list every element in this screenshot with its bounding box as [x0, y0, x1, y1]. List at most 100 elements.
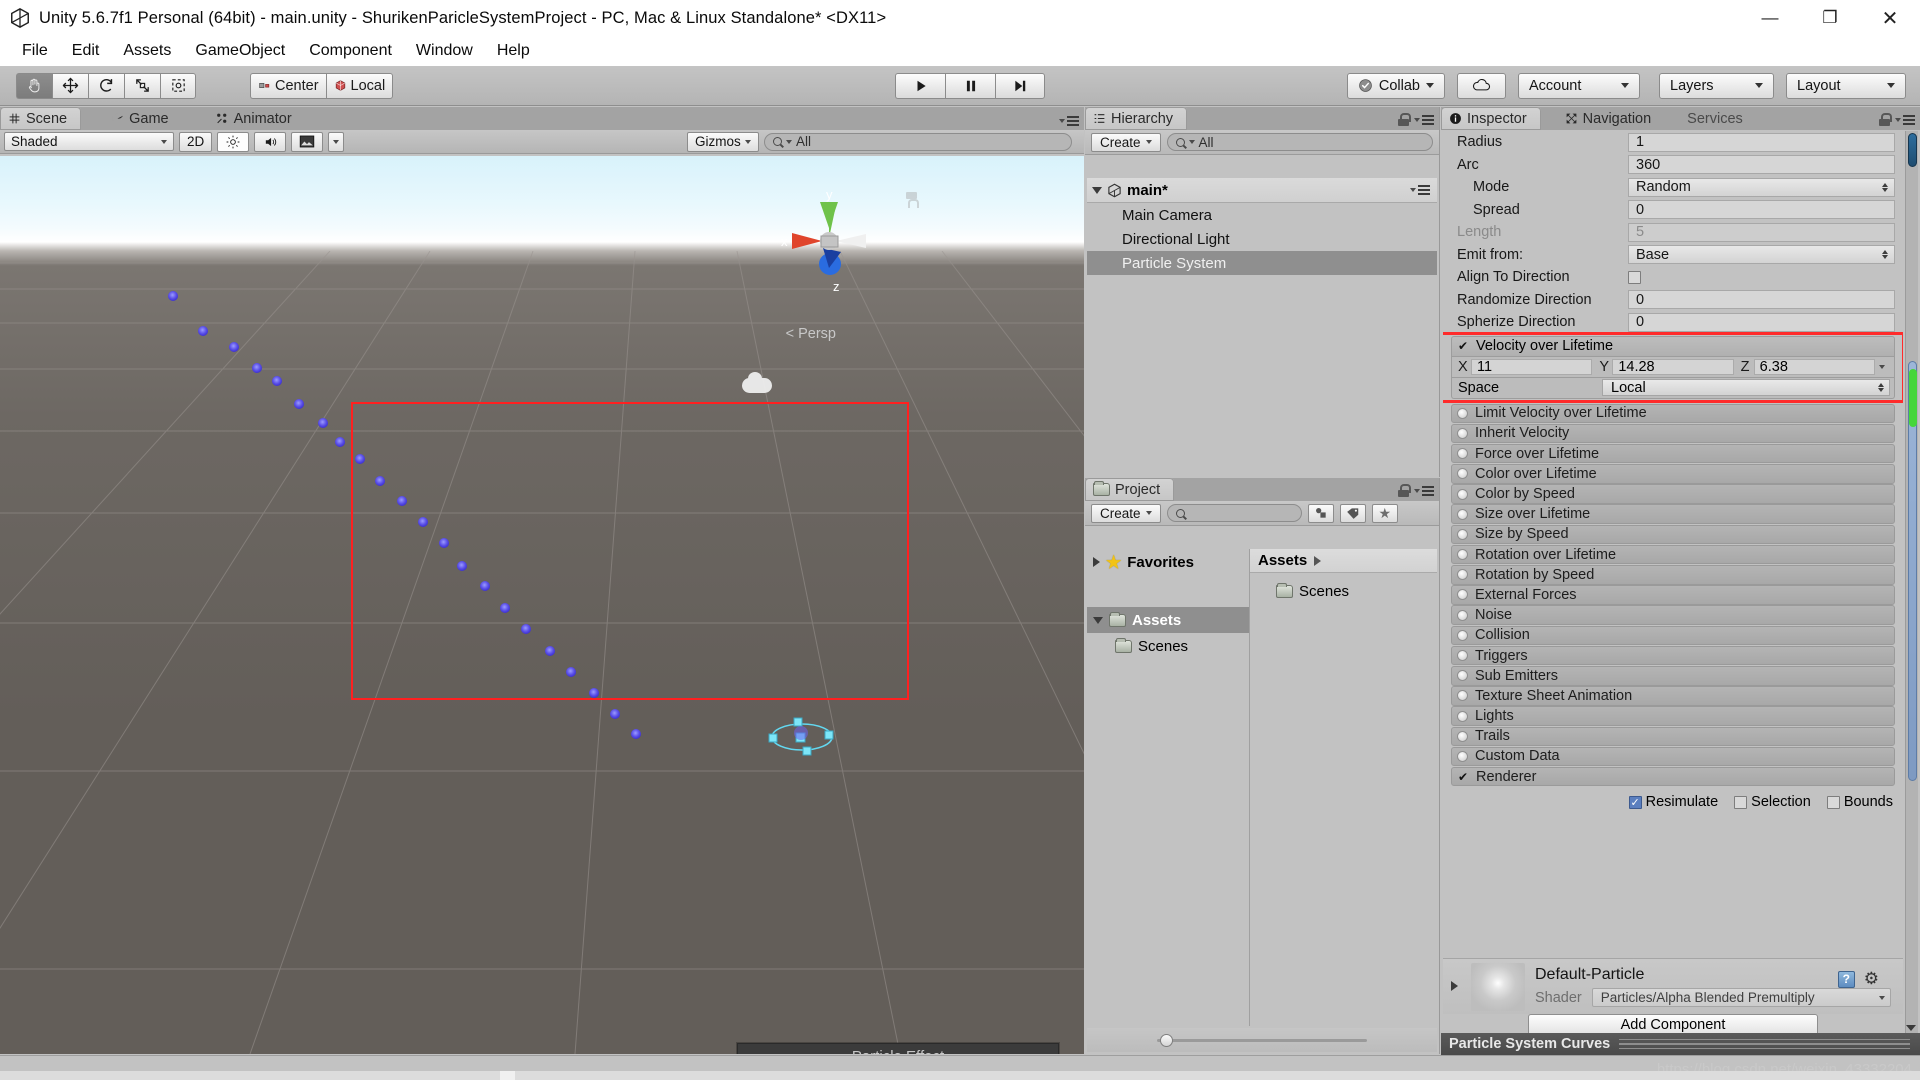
project-zoom-slider[interactable] [1087, 1028, 1437, 1052]
module-toggle-dot[interactable] [1457, 650, 1468, 662]
gear-icon[interactable]: ⚙ [1864, 969, 1879, 989]
effects-dropdown-button[interactable] [328, 131, 345, 152]
inspector-module-row[interactable]: Trails [1451, 726, 1895, 747]
inspector-row-field[interactable]: 0 [1628, 290, 1895, 310]
inspector-module-row[interactable]: Noise [1451, 605, 1895, 625]
module-toggle-dot[interactable] [1457, 427, 1468, 439]
panel-menu-icon[interactable] [1059, 116, 1079, 126]
move-tool-button[interactable] [52, 72, 88, 99]
selection-checkbox[interactable] [1734, 795, 1748, 809]
velocity-space-dropdown[interactable]: Local [1602, 379, 1890, 396]
filter-by-type-button[interactable] [1307, 503, 1334, 523]
inspector-module-row[interactable]: Rotation over Lifetime [1451, 544, 1895, 565]
emitter-gizmo[interactable] [768, 716, 836, 758]
inspector-module-row[interactable]: Sub Emitters [1451, 665, 1895, 686]
hierarchy-scene-root[interactable]: main* [1087, 178, 1437, 203]
space-mode-button[interactable]: Local [325, 72, 394, 99]
inspector-row-field[interactable]: 360 [1628, 155, 1895, 175]
lock-icon[interactable] [1879, 113, 1892, 126]
scroll-down-arrow-icon[interactable] [1905, 1022, 1916, 1033]
lock-icon[interactable] [1398, 484, 1411, 497]
account-button[interactable]: Account [1518, 72, 1640, 99]
module-toggle-dot[interactable] [1457, 448, 1468, 460]
rotate-tool-button[interactable] [88, 72, 124, 99]
inspector-scrollbar[interactable] [1905, 131, 1918, 1036]
resimulate-toggle[interactable]: ✓ Resimulate [1628, 794, 1718, 810]
inspector-module-row[interactable]: Limit Velocity over Lifetime [1451, 403, 1895, 424]
project-create-button[interactable]: Create [1091, 503, 1161, 523]
layout-button[interactable]: Layout [1786, 72, 1906, 99]
selection-toggle[interactable]: Selection [1734, 794, 1811, 810]
hierarchy-item-main-camera[interactable]: Main Camera [1087, 203, 1437, 227]
inspector-row-field[interactable]: Base [1628, 245, 1895, 265]
resimulate-checkbox[interactable]: ✓ [1628, 795, 1642, 809]
gizmos-dropdown[interactable]: Gizmos [687, 131, 759, 152]
module-toggle-dot[interactable] [1457, 730, 1468, 742]
effects-toggle-button[interactable] [291, 131, 324, 152]
draw-mode-dropdown[interactable]: Shaded [4, 132, 174, 151]
rect-tool-button[interactable] [160, 72, 196, 99]
scale-tool-button[interactable] [124, 72, 160, 99]
scene-menu-icon[interactable] [1410, 185, 1430, 195]
module-toggle-dot[interactable] [1457, 488, 1468, 500]
chevron-right-icon[interactable] [1093, 557, 1100, 567]
menu-assets[interactable]: Assets [111, 40, 183, 62]
inspector-module-row[interactable]: Color by Speed [1451, 484, 1895, 504]
help-icon[interactable]: ? [1837, 970, 1855, 988]
cloud-button[interactable] [1457, 72, 1506, 99]
lighting-toggle-button[interactable] [217, 131, 250, 152]
scene-axis-gizmo[interactable]: y x z [774, 186, 884, 296]
inspector-module-row[interactable]: Collision [1451, 625, 1895, 646]
module-toggle-dot[interactable] [1457, 508, 1468, 520]
module-toggle-dot[interactable] [1457, 407, 1468, 419]
pause-button[interactable] [945, 72, 995, 99]
hierarchy-create-button[interactable]: Create [1091, 132, 1161, 152]
module-toggle-dot[interactable] [1457, 468, 1468, 480]
chevron-down-icon[interactable] [1092, 186, 1102, 194]
inspector-row-checkbox[interactable] [1628, 270, 1641, 284]
panel-menu-icon[interactable] [1895, 114, 1915, 125]
shader-dropdown[interactable]: Particles/Alpha Blended Premultiply [1591, 988, 1891, 1007]
inspector-module-row[interactable]: Custom Data [1451, 746, 1895, 767]
module-toggle-dot[interactable] [1457, 528, 1468, 540]
minimize-button[interactable]: — [1740, 0, 1800, 36]
inspector-module-row[interactable]: Rotation by Speed [1451, 565, 1895, 585]
tab-services[interactable]: Services [1679, 107, 1757, 130]
velocity-module-checkbox[interactable]: ✔ [1457, 339, 1469, 353]
menu-file[interactable]: File [10, 40, 60, 62]
module-toggle-dot[interactable] [1457, 569, 1468, 581]
project-tree-favorites[interactable]: ★ Favorites [1087, 549, 1249, 575]
inspector-module-row[interactable]: Size over Lifetime [1451, 504, 1895, 525]
audio-toggle-button[interactable] [254, 131, 287, 152]
lock-icon[interactable] [1398, 113, 1411, 126]
particle-system-curves-bar[interactable]: Particle System Curves [1441, 1033, 1920, 1055]
panel-menu-icon[interactable] [1414, 485, 1434, 496]
module-toggle-dot[interactable] [1457, 670, 1468, 682]
menu-window[interactable]: Window [404, 40, 485, 62]
bounds-checkbox[interactable] [1826, 795, 1840, 809]
module-toggle-dot[interactable] [1457, 609, 1468, 621]
inspector-row-field[interactable]: 1 [1628, 132, 1895, 152]
velocity-module-header[interactable]: ✔ Velocity over Lifetime [1451, 335, 1895, 357]
scene-tab-menu[interactable] [1059, 116, 1079, 126]
hierarchy-item-directional-light[interactable]: Directional Light [1087, 227, 1437, 251]
module-toggle-dot[interactable] [1457, 690, 1468, 702]
hierarchy-search-input[interactable]: All [1166, 133, 1433, 151]
layers-button[interactable]: Layers [1659, 72, 1774, 99]
inspector-module-row[interactable]: ✔ Renderer [1451, 766, 1895, 787]
tab-game[interactable]: Game [103, 107, 183, 130]
play-button[interactable] [895, 72, 945, 99]
chevron-right-icon[interactable] [1451, 981, 1458, 991]
step-button[interactable] [995, 72, 1045, 99]
tab-navigation[interactable]: Navigation [1557, 107, 1666, 130]
2d-toggle-button[interactable]: 2D [179, 131, 213, 152]
inspector-module-row[interactable]: Force over Lifetime [1451, 443, 1895, 464]
module-toggle-dot[interactable] [1457, 710, 1468, 722]
project-tree-scenes[interactable]: Scenes [1087, 633, 1249, 659]
module-toggle-dot[interactable] [1457, 750, 1468, 762]
project-search-input[interactable] [1166, 504, 1302, 522]
pivot-mode-button[interactable]: Center [250, 72, 326, 99]
slider-track[interactable] [1157, 1033, 1367, 1047]
tab-project[interactable]: Project [1085, 478, 1175, 501]
inspector-module-row[interactable]: External Forces [1451, 585, 1895, 605]
